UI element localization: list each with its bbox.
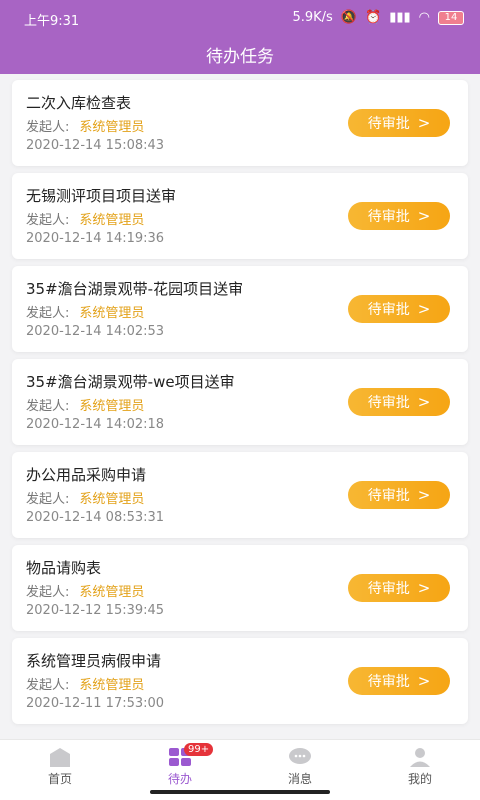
task-time: 2020-12-14 14:02:18 (26, 417, 165, 432)
task-title: 无锡测评项目项目送审 (26, 187, 177, 205)
task-card[interactable]: 无锡测评项目项目送审 发起人: 系统管理员 2020-12-14 14:19:36… (12, 173, 468, 259)
initiator-label: 发起人: (26, 213, 70, 228)
initiator-name: 系统管理员 (79, 120, 145, 135)
task-title: 二次入库检查表 (26, 94, 132, 112)
initiator-name: 系统管理员 (79, 306, 145, 321)
approve-button[interactable]: 待审批 > (348, 202, 450, 230)
task-title: 办公用品采购申请 (26, 466, 147, 484)
task-time: 2020-12-14 08:53:31 (26, 510, 165, 525)
initiator-label: 发起人: (26, 306, 70, 321)
approve-button[interactable]: 待审批 > (348, 667, 450, 695)
initiator-label: 发起人: (26, 678, 70, 693)
wifi-icon: ◠ (418, 10, 430, 25)
signal-icon: ▮▮▮ (389, 10, 411, 25)
task-time: 2020-12-14 14:02:53 (26, 324, 165, 339)
tab-me[interactable]: 我的 (360, 740, 480, 800)
task-card[interactable]: 办公用品采购申请 发起人: 系统管理员 2020-12-14 08:53:31 待… (12, 452, 468, 538)
user-icon (410, 748, 430, 767)
mute-icon: 🔕 (340, 10, 357, 25)
task-title: 35#澹台湖景观带-we项目送审 (26, 373, 235, 391)
chat-icon (289, 748, 311, 764)
task-card[interactable]: 系统管理员病假申请 发起人: 系统管理员 2020-12-11 17:53:00 … (12, 638, 468, 724)
initiator-label: 发起人: (26, 120, 70, 135)
notification-badge: 99+ (184, 743, 214, 756)
approve-button[interactable]: 待审批 > (348, 388, 450, 416)
task-title: 系统管理员病假申请 (26, 652, 162, 670)
approve-button[interactable]: 待审批 > (348, 109, 450, 137)
chevron-right-icon: > (417, 579, 431, 597)
task-title: 35#澹台湖景观带-花园项目送审 (26, 280, 244, 298)
initiator-name: 系统管理员 (79, 492, 145, 507)
approve-button[interactable]: 待审批 > (348, 295, 450, 323)
chevron-right-icon: > (417, 300, 431, 318)
approve-button[interactable]: 待审批 > (348, 574, 450, 602)
chevron-right-icon: > (417, 114, 431, 132)
task-title: 物品请购表 (26, 559, 102, 577)
initiator-label: 发起人: (26, 585, 70, 600)
task-time: 2020-12-14 15:08:43 (26, 138, 165, 153)
task-card[interactable]: 35#澹台湖景观带-we项目送审 发起人: 系统管理员 2020-12-14 14… (12, 359, 468, 445)
initiator-name: 系统管理员 (79, 678, 145, 693)
tab-home[interactable]: 首页 (0, 740, 120, 800)
home-icon (50, 748, 70, 767)
app-header: 上午9:31 5.9K/s 🔕 ⏰ ▮▮▮ ◠ 14 待办任务 (0, 0, 480, 74)
chevron-right-icon: > (417, 486, 431, 504)
chevron-right-icon: > (417, 207, 431, 225)
task-list: 二次入库检查表 发起人: 系统管理员 2020-12-14 15:08:43 待审… (12, 80, 468, 731)
clock: 上午9:31 (24, 14, 80, 29)
task-time: 2020-12-11 17:53:00 (26, 696, 165, 711)
battery-icon: 14 (438, 10, 464, 25)
initiator-name: 系统管理员 (79, 585, 145, 600)
page-title: 待办任务 (206, 47, 274, 67)
task-card[interactable]: 物品请购表 发起人: 系统管理员 2020-12-12 15:39:45 待审批 > (12, 545, 468, 631)
network-speed: 5.9K/s (292, 10, 333, 25)
initiator-label: 发起人: (26, 492, 70, 507)
initiator-name: 系统管理员 (79, 213, 145, 228)
initiator-label: 发起人: (26, 399, 70, 414)
task-time: 2020-12-12 15:39:45 (26, 603, 165, 618)
home-indicator (150, 790, 330, 794)
chevron-right-icon: > (417, 672, 431, 690)
task-time: 2020-12-14 14:19:36 (26, 231, 165, 246)
chevron-right-icon: > (417, 393, 431, 411)
status-bar: 上午9:31 5.9K/s 🔕 ⏰ ▮▮▮ ◠ 14 (0, 10, 480, 32)
approve-button[interactable]: 待审批 > (348, 481, 450, 509)
alarm-icon: ⏰ (365, 10, 382, 25)
task-card[interactable]: 35#澹台湖景观带-花园项目送审 发起人: 系统管理员 2020-12-14 14… (12, 266, 468, 352)
initiator-name: 系统管理员 (79, 399, 145, 414)
task-card[interactable]: 二次入库检查表 发起人: 系统管理员 2020-12-14 15:08:43 待审… (12, 80, 468, 166)
